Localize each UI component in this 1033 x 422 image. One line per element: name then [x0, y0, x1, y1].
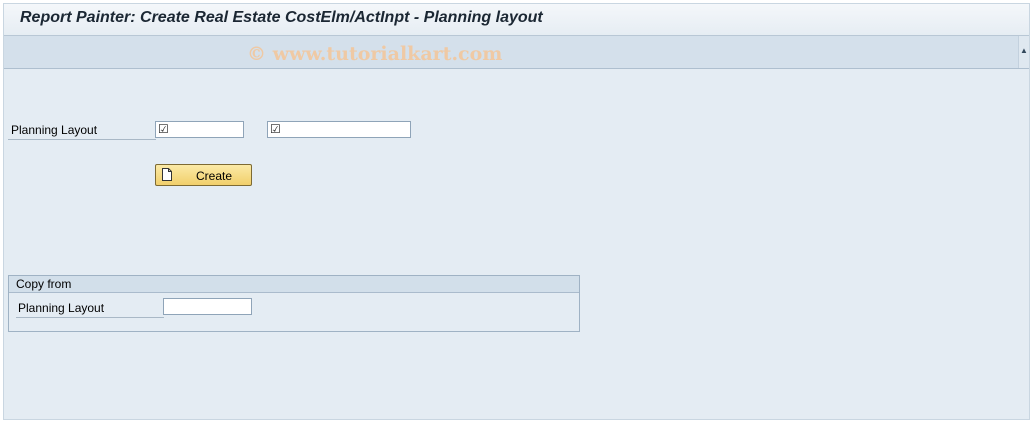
title-bar: Report Painter: Create Real Estate CostE… — [4, 4, 1029, 36]
create-button-label: Create — [196, 169, 233, 183]
planning-layout-label-row: Planning Layout — [8, 121, 156, 140]
scroll-up-icon[interactable]: ▲ — [1018, 36, 1029, 68]
required-field-icon: ☑ — [270, 122, 281, 136]
page-title: Report Painter: Create Real Estate CostE… — [20, 9, 543, 26]
planning-layout-label: Planning Layout — [11, 123, 98, 137]
application-toolbar: © www.tutorialkart.com — [4, 36, 1029, 69]
sap-window: Report Painter: Create Real Estate CostE… — [3, 3, 1030, 420]
copy-from-header: Copy from — [9, 276, 579, 293]
copy-from-title: Copy from — [16, 277, 72, 291]
planning-layout-field-2[interactable]: ☑ — [267, 121, 411, 138]
create-button[interactable]: Create — [155, 164, 252, 186]
copy-from-group: Copy from Planning Layout — [8, 275, 580, 332]
copy-planning-layout-input[interactable] — [163, 298, 252, 315]
copy-planning-layout-label: Planning Layout — [18, 301, 105, 315]
copy-planning-layout-label-row: Planning Layout — [16, 299, 164, 318]
planning-layout-field-1[interactable]: ☑ — [155, 121, 244, 138]
watermark: © www.tutorialkart.com — [247, 43, 503, 65]
document-icon — [162, 168, 172, 181]
required-field-icon: ☑ — [158, 122, 169, 136]
